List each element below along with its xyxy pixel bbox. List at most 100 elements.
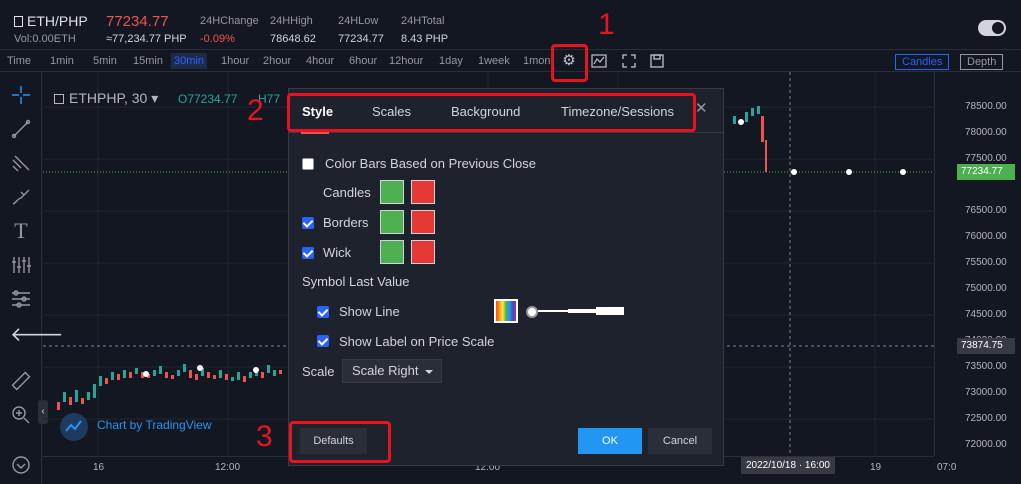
symbol-last-value-heading: Symbol Last Value xyxy=(302,274,410,289)
interval-1min[interactable]: 1min xyxy=(50,55,74,67)
chart-attribution[interactable]: Chart by TradingView xyxy=(97,418,212,432)
save-icon[interactable] xyxy=(648,54,666,68)
color-bars-label: Color Bars Based on Previous Close xyxy=(325,156,536,171)
candles-label: Candles xyxy=(323,185,371,200)
symbol-label: ETHPHP, 30 xyxy=(69,90,148,106)
more-tools-icon[interactable] xyxy=(10,454,32,476)
time-tick: 07:0 xyxy=(937,462,957,473)
fullscreen-icon[interactable] xyxy=(620,54,638,68)
depth-button[interactable]: Depth xyxy=(960,54,1004,70)
stat-label-change: 24HChange xyxy=(200,15,259,27)
fiat-price: ≈77,234.77 PHP xyxy=(106,33,187,45)
stat-label-high: 24HHigh xyxy=(270,15,313,27)
candles-down-color-swatch[interactable] xyxy=(411,180,435,204)
market-header: ETH/PHP 77234.77 Vol:0.00ETH ≈77,234.77 … xyxy=(0,0,1021,50)
scale-label: Scale xyxy=(302,364,335,379)
crosshair-price-label: 73874.75 xyxy=(957,338,1015,354)
theme-toggle[interactable] xyxy=(978,20,1006,36)
tradingview-logo-icon[interactable] xyxy=(60,413,88,441)
line-width-slider[interactable] xyxy=(526,306,626,318)
last-price-label: 77234.77 xyxy=(957,164,1015,180)
cancel-button[interactable]: Cancel xyxy=(648,428,712,454)
annotation-number-3: 3 xyxy=(256,420,273,453)
interval-1mon[interactable]: 1mon xyxy=(523,55,551,67)
candles-left xyxy=(57,364,282,410)
stat-label-total: 24HTotal xyxy=(401,15,445,27)
wick-checkbox[interactable] xyxy=(302,247,314,259)
price-tick: 74500.00 xyxy=(965,309,1007,320)
annotation-box-defaults xyxy=(289,421,391,463)
line-color-picker-icon[interactable] xyxy=(494,299,518,323)
borders-up-color-swatch[interactable] xyxy=(380,210,404,234)
patterns-icon[interactable] xyxy=(10,254,32,276)
wick-label: Wick xyxy=(323,245,352,260)
price-tick: 76500.00 xyxy=(965,205,1007,216)
time-tick: 19 xyxy=(870,462,882,473)
last-price: 77234.77 xyxy=(106,13,169,30)
interval-1hour[interactable]: 1hour xyxy=(221,55,249,67)
measure-forecast-icon[interactable] xyxy=(10,288,32,310)
scale-select[interactable]: Scale Right xyxy=(342,359,442,383)
interval-2hour[interactable]: 2hour xyxy=(263,55,291,67)
price-tick: 72500.00 xyxy=(965,413,1007,424)
color-bars-checkbox[interactable] xyxy=(302,158,314,170)
show-label-checkbox[interactable] xyxy=(317,335,329,347)
interval-6hour[interactable]: 6hour xyxy=(349,55,377,67)
chart-symbol[interactable]: ETHPHP, 30 ▾ xyxy=(54,90,158,107)
candles-up-color-swatch[interactable] xyxy=(380,180,404,204)
price-tick: 77500.00 xyxy=(965,153,1007,164)
back-arrow-icon[interactable]: 🡐 xyxy=(10,324,64,346)
pair-title[interactable]: ETH/PHP xyxy=(14,13,88,29)
drawing-toolbar: T 🡐 xyxy=(0,72,64,484)
annotation-number-2: 2 xyxy=(247,94,264,127)
interval-1week[interactable]: 1week xyxy=(478,55,510,67)
close-icon[interactable]: ✕ xyxy=(695,99,708,117)
crosshair-icon[interactable] xyxy=(10,84,32,106)
borders-label: Borders xyxy=(323,215,369,230)
zoom-in-icon[interactable] xyxy=(10,404,32,426)
ruler-icon[interactable] xyxy=(10,370,32,392)
crosshair-time-label: 2022/10/18 · 16:00 xyxy=(741,457,835,474)
stat-value-change: -0.09% xyxy=(200,33,235,45)
pair-label: ETH/PHP xyxy=(27,13,88,29)
indicators-icon[interactable] xyxy=(590,54,608,68)
borders-down-color-swatch[interactable] xyxy=(411,210,435,234)
interval-5min[interactable]: 5min xyxy=(93,55,117,67)
ok-button[interactable]: OK xyxy=(578,428,642,454)
show-line-label: Show Line xyxy=(339,304,400,319)
show-line-checkbox[interactable] xyxy=(317,306,329,318)
candles-button[interactable]: Candles xyxy=(895,54,950,70)
interval-15min[interactable]: 15min xyxy=(133,55,163,67)
volume: Vol:0.00ETH xyxy=(14,33,76,45)
trend-line-icon[interactable] xyxy=(10,118,32,140)
time-tick: 12:00 xyxy=(215,462,241,473)
collapse-square-icon[interactable] xyxy=(54,94,64,104)
brush-icon[interactable] xyxy=(10,186,32,208)
wick-up-color-swatch[interactable] xyxy=(380,240,404,264)
text-tool-icon[interactable]: T xyxy=(10,220,32,242)
document-icon xyxy=(14,16,23,27)
price-tick: 73000.00 xyxy=(965,387,1007,398)
interval-30min[interactable]: 30min xyxy=(171,53,207,69)
fib-tool-icon[interactable] xyxy=(10,152,32,174)
price-axis[interactable]: 78500.00 78000.00 77500.00 76500.00 7600… xyxy=(934,72,1021,456)
price-tick: 76000.00 xyxy=(965,231,1007,242)
stat-value-high: 78648.62 xyxy=(270,33,316,45)
moon-icon xyxy=(992,22,1004,34)
price-tick: 78000.00 xyxy=(965,127,1007,138)
stat-label-low: 24HLow xyxy=(338,15,379,27)
price-tick: 73500.00 xyxy=(965,361,1007,372)
interval-4hour[interactable]: 4hour xyxy=(306,55,334,67)
interval-1day[interactable]: 1day xyxy=(439,55,463,67)
annotation-number-1: 1 xyxy=(598,8,615,41)
price-tick: 75000.00 xyxy=(965,283,1007,294)
borders-checkbox[interactable] xyxy=(302,217,314,229)
wick-down-color-swatch[interactable] xyxy=(411,240,435,264)
annotation-box-tabs xyxy=(287,93,696,132)
time-label: Time xyxy=(7,55,32,67)
interval-12hour[interactable]: 12hour xyxy=(389,55,423,67)
price-tick: 72000.00 xyxy=(965,439,1007,450)
price-tick: 78500.00 xyxy=(965,101,1007,112)
price-tick: 75500.00 xyxy=(965,257,1007,268)
chart-settings-dialog: Style Scales Background Timezone/Session… xyxy=(288,88,724,466)
